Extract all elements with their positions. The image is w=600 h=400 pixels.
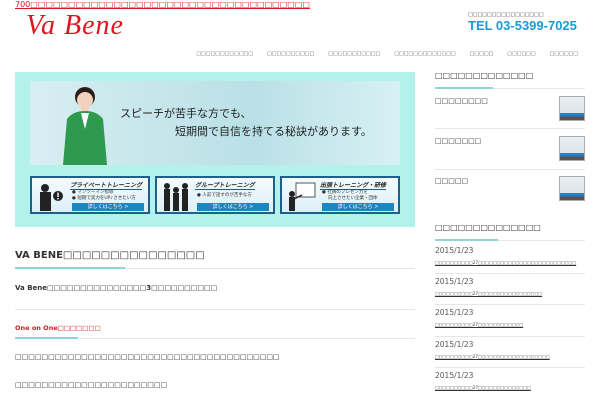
- news-date: 2015/1/23: [435, 340, 474, 349]
- subheading: One on One□□□□□□□: [15, 324, 101, 332]
- details-button[interactable]: 詳しくはこちら >: [72, 203, 144, 211]
- subheading-underline: [15, 337, 78, 339]
- videos-title: □□□□□□□□□□□□□: [435, 71, 534, 80]
- details-button[interactable]: 詳しくはこちら >: [322, 203, 394, 211]
- main-nav: □□□□□□□□□□□□ □□□□□□□□□□ □□□□□□□□□□□ □□□□…: [196, 51, 578, 57]
- video-thumbnail[interactable]: [559, 176, 585, 201]
- card-group-training[interactable]: グループトレーニング ● 人前で話すのが苦手な方 詳しくはこちら >: [155, 176, 275, 214]
- news-link[interactable]: □□□□□□□□□□27□□□□□□□□□□□□□□□□□□□□□□□□□□: [435, 260, 576, 265]
- news-link[interactable]: □□□□□□□□□□27□□□□□□□□□□□□□□□□□: [435, 291, 542, 296]
- section-heading: VA BENE□□□□□□□□□□□□□□□: [15, 250, 205, 261]
- person-silhouette-icon: [40, 184, 63, 211]
- nav-item-7[interactable]: □□□□□□: [550, 51, 578, 57]
- divider: [435, 128, 585, 129]
- divider: [435, 336, 585, 337]
- nav-item-3[interactable]: □□□□□□□□□□□: [328, 51, 380, 57]
- video-link[interactable]: □□□□□: [435, 177, 468, 185]
- divider: [435, 273, 585, 274]
- presenter-silhouette-icon: [289, 182, 316, 211]
- intro-text: Va Bene□□□□□□□□□□□□□□□3□□□□□□□□□□: [15, 284, 218, 292]
- nav-item-4[interactable]: □□□□□□□□□□□□□: [394, 51, 455, 57]
- divider: [435, 367, 585, 368]
- details-button[interactable]: 詳しくはこちら >: [197, 203, 269, 211]
- instructor-photo: [63, 87, 107, 165]
- divider: [435, 169, 585, 170]
- video-thumbnail[interactable]: [559, 96, 585, 121]
- card-title: グループトレーニング: [195, 182, 255, 190]
- video-link[interactable]: □□□□□□□: [435, 137, 481, 145]
- news-date: 2015/1/23: [435, 277, 474, 286]
- nav-item-2[interactable]: □□□□□□□□□□: [267, 51, 314, 57]
- news-link[interactable]: □□□□□□□□□□27□□□□□□□□□□□□□□□□□□□: [435, 354, 550, 359]
- heading-underline: [15, 267, 125, 269]
- tel-number[interactable]: TEL 03-5399-7025: [468, 18, 577, 33]
- hero-headline-2: 短期間で自信を持てる秘訣があります。: [175, 125, 372, 138]
- news-date: 2015/1/23: [435, 371, 474, 380]
- news-link[interactable]: □□□□□□□□□□27□□□□□□□□□□□□: [435, 322, 523, 327]
- title-underline: [435, 87, 493, 89]
- news-date: 2015/1/23: [435, 246, 474, 255]
- news-title: □□□□□□□□□□□□□□: [435, 223, 541, 232]
- paragraph: □□□□□□□□□□□□□□□□□□□□□□□□□□□□□□□□□□□□□□□□: [15, 353, 280, 361]
- card-bullet: ● 人前で話すのが苦手な方: [197, 193, 252, 198]
- video-link[interactable]: □□□□□□□□: [435, 97, 488, 105]
- group-silhouette-icon: [164, 183, 188, 211]
- card-bullet: 向上させたい企業・団体: [328, 196, 378, 201]
- nav-item-6[interactable]: □□□□□□: [507, 51, 535, 57]
- card-private-training[interactable]: プライベートトレーニング ● マンツーマン指導 ● 短期で実力をUP♪させたい方…: [30, 176, 150, 214]
- hero-image[interactable]: スピーチが苦手な方でも、 短期間で自信を持てる秘訣があります。: [30, 81, 400, 165]
- divider: [15, 309, 415, 310]
- title-underline: [435, 239, 498, 241]
- nav-item-5[interactable]: □□□□□: [470, 51, 494, 57]
- card-onsite-training[interactable]: 出張トレーニング・研修 ● 社員のプレゼン力を 向上させたい企業・団体 詳しくは…: [280, 176, 400, 214]
- card-bullet: ● 短期で実力をUP♪させたい方: [72, 196, 136, 201]
- video-thumbnail[interactable]: [559, 136, 585, 161]
- news-link[interactable]: □□□□□□□□□□27□□□□□□□□□□□□□□: [435, 385, 531, 390]
- paragraph: □□□□□□□□□□□□□□□□□□□□□□□: [15, 381, 168, 389]
- site-logo[interactable]: Va Bene: [26, 10, 124, 42]
- divider: [435, 304, 585, 305]
- nav-item-1[interactable]: □□□□□□□□□□□□: [196, 51, 253, 57]
- top-notice[interactable]: 700□□□□□□□□□□□□□□□□□□□□□□□□□□□□□□□□□□□□□: [15, 0, 310, 9]
- hero-banner: スピーチが苦手な方でも、 短期間で自信を持てる秘訣があります。 プライベートトレ…: [15, 72, 415, 227]
- hero-headline-1: スピーチが苦手な方でも、: [120, 107, 252, 120]
- news-date: 2015/1/23: [435, 308, 474, 317]
